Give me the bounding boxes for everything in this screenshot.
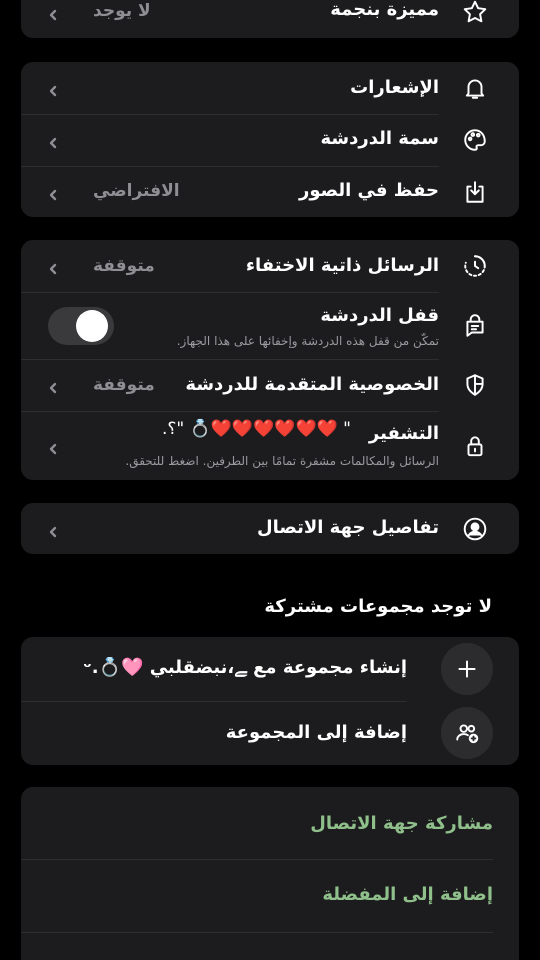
disappearing-title: الرسائل ذاتية الاختفاء (245, 255, 439, 276)
chat-theme-title: سمة الدردشة (320, 128, 440, 149)
chat-lock-icon (461, 312, 489, 340)
settings-card-2: الرسائل ذاتية الاختفاء متوقفة قفل الدردش… (21, 240, 519, 480)
add-to-group-row[interactable]: إضافة إلى المجموعة (21, 701, 519, 765)
contact-details-card: تفاصيل جهة الاتصال (21, 503, 519, 554)
user-circle-icon (461, 515, 489, 543)
settings-card-1: الإشعارات سمة الدردشة حفظ في الصور الافت… (21, 62, 519, 217)
disappearing-messages-row[interactable]: الرسائل ذاتية الاختفاء متوقفة (21, 240, 519, 292)
toggle-knob (76, 310, 108, 342)
add-to-group-button[interactable] (441, 707, 493, 759)
shield-icon (461, 371, 489, 399)
starred-value: لا يوجد (93, 1, 151, 21)
chevron-left-icon (47, 440, 59, 454)
chevron-left-icon (47, 379, 59, 394)
starred-messages-row[interactable]: مميزة بنجمة لا يوجد (21, 0, 519, 38)
save-to-photos-title: حفظ في الصور (298, 180, 439, 201)
lock-icon (461, 432, 489, 460)
chevron-left-icon (47, 260, 59, 275)
divider (21, 932, 493, 933)
starred-title: مميزة بنجمة (330, 0, 439, 20)
chevron-left-icon (47, 523, 59, 537)
create-group-button[interactable] (441, 643, 493, 695)
chevron-left-icon (47, 6, 59, 21)
notifications-title: الإشعارات (350, 77, 439, 98)
share-contact-link[interactable]: مشاركة جهة الاتصال (310, 813, 493, 834)
add-to-group-title: إضافة إلى المجموعة (225, 722, 407, 743)
encryption-name-tag: " ❤️❤️❤️❤️❤️❤️💍 "؟. (161, 419, 351, 439)
create-group-title: إنشاء مجموعة مع ﮯ،نبضقلبي 🩷💍.ᵕ (83, 657, 407, 678)
divider (21, 859, 493, 860)
encryption-title: التشفير (368, 423, 439, 444)
download-icon (461, 178, 489, 206)
contact-details-title: تفاصيل جهة الاتصال (256, 517, 439, 538)
disappearing-value: متوقفة (93, 256, 155, 276)
chevron-left-icon (47, 186, 59, 200)
chat-lock-title: قفل الدردشة (320, 305, 439, 326)
chat-lock-row: قفل الدردشة تمكّن من قفل هذه الدردشة وإخ… (21, 292, 519, 359)
chat-lock-subtitle: تمكّن من قفل هذه الدردشة وإخفائها على هذ… (176, 334, 439, 348)
chevron-left-icon (47, 134, 59, 149)
chevron-left-icon (47, 82, 59, 97)
timer-icon (461, 252, 489, 280)
groups-card: إنشاء مجموعة مع ﮯ،نبضقلبي 🩷💍.ᵕ إضافة إلى… (21, 637, 519, 765)
save-to-photos-value: الافتراضي (93, 181, 180, 201)
advanced-privacy-row[interactable]: الخصوصية المتقدمة للدردشة متوقفة (21, 359, 519, 411)
actions-card: مشاركة جهة الاتصال إضافة إلى المفضلة (21, 787, 519, 960)
create-group-row[interactable]: إنشاء مجموعة مع ﮯ،نبضقلبي 🩷💍.ᵕ (21, 637, 519, 701)
common-groups-heading: لا توجد مجموعات مشتركة (264, 596, 492, 617)
starred-card: مميزة بنجمة لا يوجد (21, 0, 519, 38)
contact-details-row[interactable]: تفاصيل جهة الاتصال (21, 503, 519, 554)
encryption-subtitle: الرسائل والمكالمات مشفرة تمامًا بين الطر… (125, 454, 439, 468)
bell-icon (461, 74, 489, 102)
advanced-privacy-title: الخصوصية المتقدمة للدردشة (185, 374, 439, 395)
palette-icon (461, 126, 489, 154)
chat-lock-toggle[interactable] (48, 307, 114, 345)
group-add-icon (456, 724, 479, 744)
save-to-photos-row[interactable]: حفظ في الصور الافتراضي (21, 166, 519, 217)
chat-theme-row[interactable]: سمة الدردشة (21, 114, 519, 166)
encryption-row[interactable]: التشفير " ❤️❤️❤️❤️❤️❤️💍 "؟. الرسائل والم… (21, 411, 519, 480)
plus-icon (458, 660, 476, 678)
advanced-privacy-value: متوقفة (93, 375, 155, 395)
add-to-favorites-link[interactable]: إضافة إلى المفضلة (322, 884, 493, 905)
star-icon (461, 0, 489, 26)
notifications-row[interactable]: الإشعارات (21, 62, 519, 114)
